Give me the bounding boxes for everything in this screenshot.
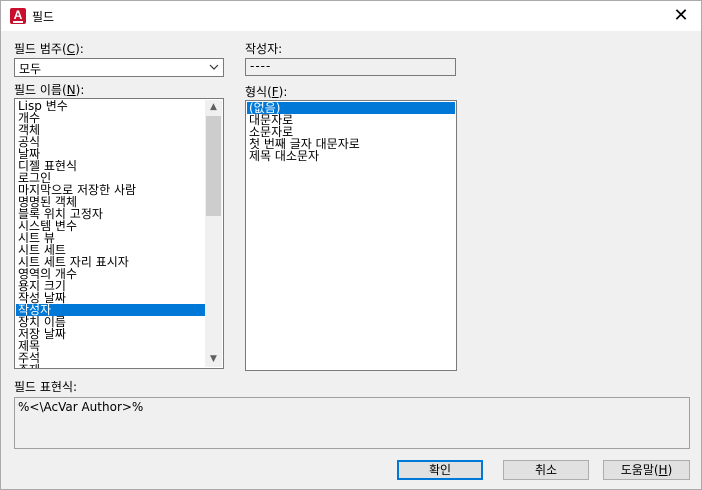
format-item[interactable]: 첫 번째 글자 대문자로 <box>247 138 455 150</box>
field-expression-value: %<\AcVar Author>% <box>18 400 144 414</box>
author-label: 작성자: <box>245 42 283 56</box>
autocad-app-icon: A <box>10 8 26 24</box>
close-icon: ✕ <box>673 5 689 26</box>
field-name-item[interactable]: 시트 세트 자리 표시자 <box>16 256 205 268</box>
field-names-list[interactable]: Lisp 변수 개수 객체 공식 날짜 디젤 표현식 로그인 마지막으로 저장한 사람 명명된 … <box>14 98 224 369</box>
format-list[interactable]: (없음) 대문자로 소문자로 첫 번째 글자 대문자로 제목 대소문자 <box>245 100 457 371</box>
field-names-items: Lisp 변수 개수 객체 공식 날짜 디젤 표현식 로그인 마지막으로 저장한 사람 명명된 … <box>16 100 205 368</box>
field-names-label: 필드 이름(N): <box>14 83 85 97</box>
scroll-up-icon[interactable]: ▲ <box>205 100 222 115</box>
format-item[interactable]: 제목 대소문자 <box>247 150 455 162</box>
author-value: ---- <box>250 59 272 73</box>
field-name-item[interactable]: 로그인 <box>16 172 205 184</box>
field-name-item[interactable]: 공식 <box>16 136 205 148</box>
format-item[interactable]: 대문자로 <box>247 114 455 126</box>
field-name-item[interactable]: 작성 날짜 <box>16 292 205 304</box>
field-name-item[interactable]: 영역의 개수 <box>16 268 205 280</box>
scroll-down-icon[interactable]: ▼ <box>205 352 222 367</box>
field-expression-label: 필드 표현식: <box>14 380 78 394</box>
field-name-item[interactable]: 작성자 <box>16 304 205 316</box>
field-name-item[interactable]: 시스템 변수 <box>16 220 205 232</box>
field-name-item[interactable]: 시트 뷰 <box>16 232 205 244</box>
ok-button[interactable]: 확인 <box>397 460 483 480</box>
field-dialog: A 필드 ✕ 필드 범주(C): 모두 작성자: ---- 필드 이름(N): … <box>0 0 702 490</box>
field-name-item[interactable]: 주제 <box>16 364 205 368</box>
scroll-thumb[interactable] <box>206 116 221 216</box>
field-name-item[interactable]: 객체 <box>16 124 205 136</box>
field-name-item[interactable]: 개수 <box>16 112 205 124</box>
format-label: 형식(F): <box>245 85 288 99</box>
format-item[interactable]: 소문자로 <box>247 126 455 138</box>
window-title: 필드 <box>32 10 55 24</box>
field-name-item[interactable]: 제목 <box>16 340 205 352</box>
field-name-item[interactable]: 디젤 표현식 <box>16 160 205 172</box>
field-expression-box[interactable]: %<\AcVar Author>% <box>14 397 690 449</box>
title-bar: A 필드 ✕ <box>1 1 701 31</box>
field-name-item[interactable]: Lisp 변수 <box>16 100 205 112</box>
field-name-item[interactable]: 주석 <box>16 352 205 364</box>
field-name-item[interactable]: 저장 날짜 <box>16 328 205 340</box>
field-name-item[interactable]: 용지 크기 <box>16 280 205 292</box>
format-item[interactable]: (없음) <box>247 102 455 114</box>
field-name-item[interactable]: 블록 위치 고정자 <box>16 208 205 220</box>
field-category-dropdown[interactable]: 모두 <box>14 58 224 77</box>
field-name-item[interactable]: 마지막으로 저장한 사람 <box>16 184 205 196</box>
format-items: (없음) 대문자로 소문자로 첫 번째 글자 대문자로 제목 대소문자 <box>247 102 455 162</box>
field-name-item[interactable]: 장치 이름 <box>16 316 205 328</box>
field-name-item[interactable]: 날짜 <box>16 148 205 160</box>
field-name-item[interactable]: 시트 세트 <box>16 244 205 256</box>
cancel-button[interactable]: 취소 <box>503 460 589 480</box>
chevron-down-icon <box>209 64 219 70</box>
close-button[interactable]: ✕ <box>661 1 701 31</box>
field-names-scrollbar[interactable]: ▲ ▼ <box>205 100 222 367</box>
field-name-item[interactable]: 명명된 객체 <box>16 196 205 208</box>
field-category-label: 필드 범주(C): <box>14 42 84 56</box>
author-value-field: ---- <box>245 58 456 76</box>
help-button[interactable]: 도움말(H) <box>603 460 690 480</box>
field-category-value: 모두 <box>19 62 42 76</box>
